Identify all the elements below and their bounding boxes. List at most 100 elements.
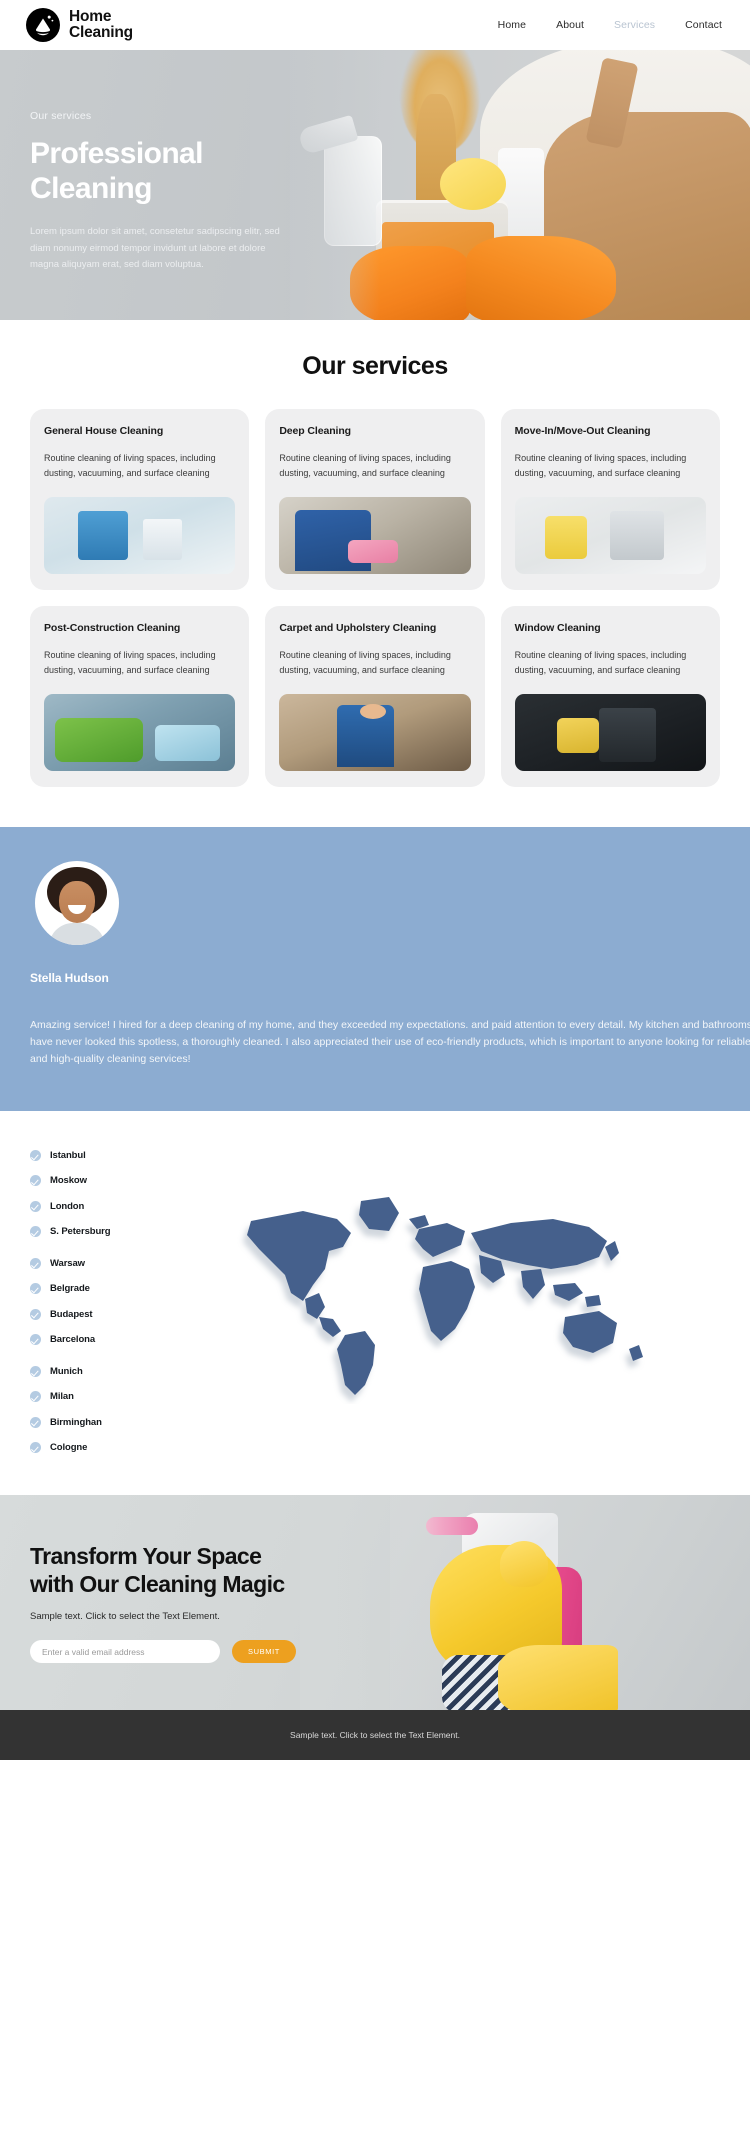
city-group: Warsaw Belgrade Budapest Barcelona: [30, 1257, 158, 1347]
testimonial-quote: Amazing service! I hired for a deep clea…: [30, 1019, 750, 1065]
service-card-title: Move-In/Move-Out Cleaning: [514, 425, 651, 437]
check-circle-icon: [30, 1258, 41, 1270]
brand-name: Home Cleaning: [69, 9, 133, 41]
services-section: Our services General House Cleaning Rout…: [0, 320, 750, 828]
check-circle-icon: [30, 1150, 41, 1162]
city-label: Istanbul: [50, 1150, 86, 1162]
service-card[interactable]: Carpet and Upholstery Cleaning Routine c…: [265, 606, 485, 788]
check-circle-icon: [30, 1391, 41, 1403]
service-card-body: Routine cleaning of living spaces, inclu…: [514, 650, 687, 676]
service-card-image: [279, 694, 471, 772]
check-circle-icon: [30, 1200, 41, 1212]
brand-logo[interactable]: Home Cleaning: [26, 8, 133, 42]
city-label: Belgrade: [50, 1283, 90, 1295]
city-label: Cologne: [50, 1441, 88, 1453]
check-circle-icon: [30, 1416, 41, 1428]
check-circle-icon: [30, 1308, 41, 1320]
city-label: S. Petersburg: [50, 1225, 111, 1237]
cta-section: Transform Your Space with Our Cleaning M…: [0, 1495, 750, 1711]
service-card[interactable]: Move-In/Move-Out Cleaning Routine cleani…: [500, 409, 720, 591]
city-group: Munich Milan Birminghan Cologne: [30, 1365, 158, 1455]
hero-title: Professional Cleaning: [30, 136, 300, 206]
list-item[interactable]: S. Petersburg: [30, 1225, 158, 1239]
world-map: [176, 1145, 720, 1404]
footer-text: Sample text. Click to select the Text El…: [290, 1730, 460, 1741]
service-card-title: Window Cleaning: [514, 622, 601, 635]
service-card[interactable]: Post-Construction Cleaning Routine clean…: [30, 606, 250, 788]
testimonial-section: Stella Hudson Amazing service! I hired f…: [0, 827, 750, 1112]
nav-item-home[interactable]: Home: [498, 19, 526, 31]
list-item[interactable]: Belgrade: [30, 1282, 158, 1296]
service-card-image: [514, 694, 706, 772]
landing-page: Home Cleaning Home About Services Contac…: [0, 0, 750, 1761]
check-circle-icon: [30, 1225, 41, 1237]
city-label: Milan: [50, 1391, 74, 1403]
site-header: Home Cleaning Home About Services Contac…: [0, 0, 750, 50]
email-field[interactable]: [30, 1640, 220, 1664]
nav-item-contact[interactable]: Contact: [685, 19, 722, 31]
hero-title-line-2: Cleaning: [30, 172, 152, 206]
services-card-grid: General House Cleaning Routine cleaning …: [0, 409, 750, 788]
service-card-body: Routine cleaning of living spaces, inclu…: [279, 453, 451, 479]
hero-description: Lorem ipsum dolor sit amet, consetetur s…: [30, 226, 280, 270]
city-label: Birminghan: [50, 1416, 102, 1428]
check-circle-icon: [30, 1333, 41, 1345]
list-item[interactable]: Milan: [30, 1390, 158, 1404]
service-card-title: Deep Cleaning: [279, 425, 351, 437]
service-card-body: Routine cleaning of living spaces, inclu…: [279, 650, 451, 676]
newsletter-form: SUBMIT: [30, 1640, 750, 1664]
service-card-title: Post-Construction Cleaning: [44, 622, 181, 635]
services-heading: Our services: [302, 352, 448, 380]
site-footer: Sample text. Click to select the Text El…: [0, 1710, 750, 1761]
city-label: London: [50, 1200, 85, 1212]
service-card-title: General House Cleaning: [44, 425, 164, 437]
avatar: [35, 861, 119, 946]
city-label: Budapest: [50, 1308, 93, 1320]
list-item[interactable]: Moskow: [30, 1174, 158, 1188]
locations-section: Istanbul Moskow London S. Petersburg War…: [0, 1111, 750, 1496]
city-label: Barcelona: [50, 1333, 96, 1345]
hero-eyebrow: Our services: [30, 110, 92, 122]
service-card-image: [44, 694, 236, 772]
nav-item-about[interactable]: About: [556, 19, 584, 31]
list-item[interactable]: Barcelona: [30, 1333, 158, 1347]
service-card-image: [279, 497, 471, 575]
list-item[interactable]: Cologne: [30, 1441, 158, 1455]
testimonial-author-name: Stella Hudson: [30, 971, 109, 986]
check-circle-icon: [30, 1366, 41, 1378]
cta-title-line-1: Transform Your Space: [30, 1543, 262, 1570]
water-drop-house-icon: [26, 8, 60, 42]
service-card-title: Carpet and Upholstery Cleaning: [279, 622, 437, 635]
list-item[interactable]: London: [30, 1200, 158, 1214]
check-circle-icon: [30, 1175, 41, 1187]
check-circle-icon: [30, 1441, 41, 1453]
list-item[interactable]: Warsaw: [30, 1257, 158, 1271]
cta-subtitle: Sample text. Click to select the Text El…: [30, 1611, 220, 1623]
cta-title: Transform Your Space with Our Cleaning M…: [30, 1543, 360, 1598]
city-label: Moskow: [50, 1175, 87, 1187]
list-item[interactable]: Munich: [30, 1365, 158, 1379]
main-nav: Home About Services Contact: [498, 19, 722, 31]
brand-line-2: Cleaning: [69, 24, 133, 41]
service-card[interactable]: General House Cleaning Routine cleaning …: [30, 409, 250, 591]
submit-button[interactable]: SUBMIT: [232, 1640, 296, 1664]
hero-section: Our services Professional Cleaning Lorem…: [0, 50, 750, 320]
service-card-body: Routine cleaning of living spaces, inclu…: [44, 650, 216, 676]
nav-item-services[interactable]: Services: [614, 19, 655, 31]
list-item[interactable]: Budapest: [30, 1308, 158, 1322]
service-card-image: [514, 497, 706, 575]
list-item[interactable]: Istanbul: [30, 1149, 158, 1163]
city-label: Warsaw: [50, 1258, 85, 1270]
service-card-image: [44, 497, 236, 575]
service-card[interactable]: Window Cleaning Routine cleaning of livi…: [500, 606, 720, 788]
cta-title-line-2: with Our Cleaning Magic: [30, 1570, 285, 1597]
brand-line-1: Home: [69, 8, 112, 26]
list-item[interactable]: Birminghan: [30, 1416, 158, 1430]
city-label: Munich: [50, 1366, 83, 1378]
service-card-body: Routine cleaning of living spaces, inclu…: [44, 453, 216, 479]
city-group: Istanbul Moskow London S. Petersburg: [30, 1149, 158, 1239]
check-circle-icon: [30, 1283, 41, 1295]
service-card[interactable]: Deep Cleaning Routine cleaning of living…: [265, 409, 485, 591]
city-list: Istanbul Moskow London S. Petersburg War…: [30, 1145, 158, 1455]
hero-title-line-1: Professional: [30, 137, 203, 170]
